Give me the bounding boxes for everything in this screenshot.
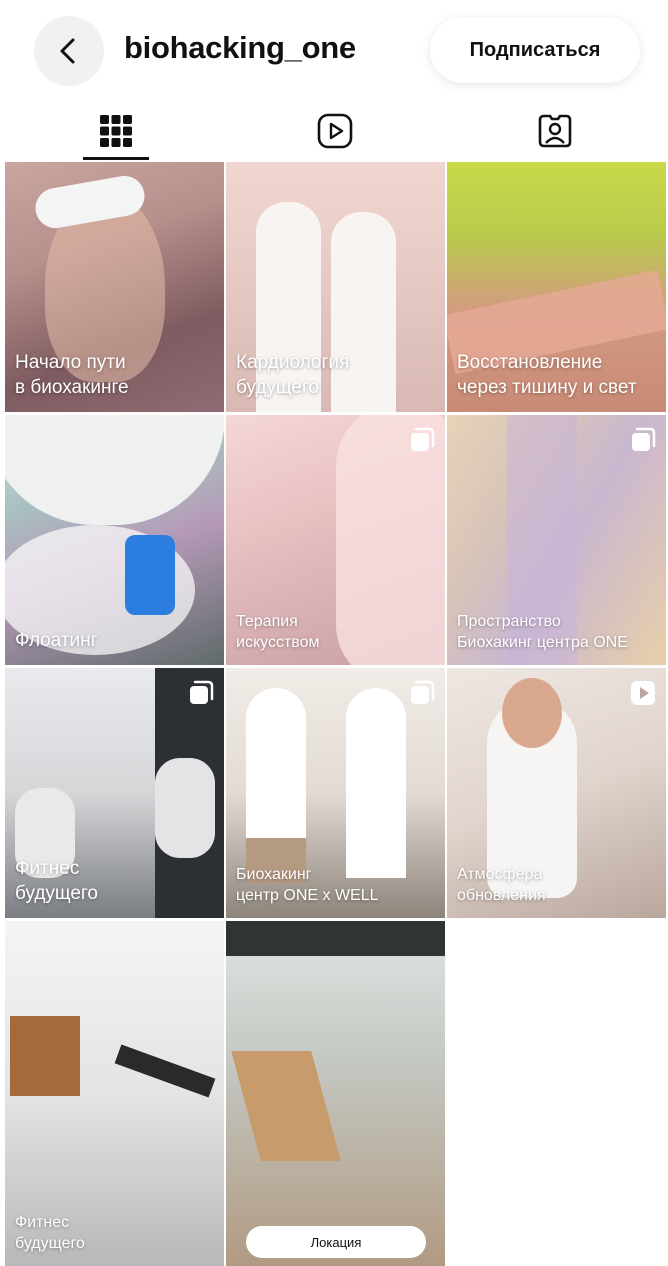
post-caption: Пространство Биохакинг центра ONE	[457, 613, 628, 651]
carousel-icon	[411, 680, 435, 704]
post-tile[interactable]: Фитнес будущего	[5, 668, 224, 918]
post-caption: Биохакинг центр ONE x WELL	[236, 866, 379, 904]
follow-button[interactable]: Подписаться	[430, 17, 640, 83]
posts-grid: Начало пути в биохакинге Кардиология буд…	[5, 162, 666, 1266]
post-caption: Восстановление через тишину и свет	[457, 352, 637, 398]
carousel-icon	[632, 427, 656, 451]
post-caption: Атмосфера обновления	[457, 866, 546, 904]
chevron-left-icon	[60, 38, 75, 64]
profile-username: biohacking_one	[124, 30, 356, 65]
post-caption: Фитнес будущего	[15, 1214, 85, 1252]
post-tile[interactable]: Атмосфера обновления	[447, 668, 666, 918]
post-caption: Кардиология будущего	[236, 352, 350, 398]
back-button[interactable]	[34, 16, 104, 86]
post-caption: Фитнес будущего	[15, 858, 98, 904]
tab-grid[interactable]	[5, 100, 227, 162]
post-caption: Терапия искусством	[236, 613, 320, 651]
tab-reels[interactable]	[224, 100, 446, 162]
post-tile[interactable]: Восстановление через тишину и свет	[447, 162, 666, 412]
post-tile[interactable]: Кардиология будущего	[226, 162, 445, 412]
carousel-icon	[190, 680, 214, 704]
active-tab-indicator	[83, 157, 149, 160]
location-pill[interactable]: Локация	[246, 1226, 426, 1258]
tagged-icon	[538, 114, 572, 148]
profile-tabs	[0, 100, 668, 162]
post-caption: Начало пути в биохакинге	[15, 352, 129, 398]
tab-tagged[interactable]	[444, 100, 666, 162]
post-tile[interactable]: Начало пути в биохакинге	[5, 162, 224, 412]
carousel-icon	[411, 427, 435, 451]
reel-icon	[631, 681, 655, 705]
post-tile[interactable]: Терапия искусством	[226, 415, 445, 665]
post-tile[interactable]: Пространство Биохакинг центра ONE	[447, 415, 666, 665]
reels-icon	[317, 113, 353, 149]
post-tile[interactable]: Биохакинг центр ONE x WELL	[226, 668, 445, 918]
post-caption: Флоатинг	[15, 629, 98, 651]
post-tile[interactable]: Фитнес будущего	[5, 921, 224, 1266]
post-tile[interactable]: Флоатинг	[5, 415, 224, 665]
profile-header: biohacking_one Подписаться	[0, 0, 668, 100]
grid-icon	[100, 115, 132, 147]
post-tile[interactable]: Локация	[226, 921, 445, 1266]
